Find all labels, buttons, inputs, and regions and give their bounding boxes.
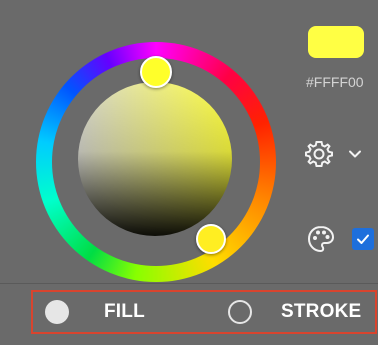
hue-handle[interactable] — [196, 224, 226, 254]
saturation-brightness-handle[interactable] — [140, 56, 172, 88]
fill-label: FILL — [104, 301, 145, 322]
divider — [0, 283, 378, 284]
color-picker-panel: #FFFF00 FILL STROKE — [0, 0, 382, 345]
gear-icon — [305, 141, 333, 167]
hex-value-label: #FFFF00 — [306, 74, 364, 90]
color-wheel[interactable] — [36, 42, 276, 282]
saturation-brightness-disc[interactable] — [78, 82, 232, 236]
stroke-option[interactable]: STROKE — [228, 292, 361, 332]
panel-edge — [378, 0, 382, 345]
stroke-radio[interactable] — [228, 300, 252, 324]
checkmark-icon — [357, 234, 369, 244]
stroke-label: STROKE — [281, 301, 362, 322]
palette-icon[interactable] — [306, 224, 336, 254]
palette-checkbox[interactable] — [352, 228, 374, 250]
current-color-swatch[interactable] — [308, 26, 364, 58]
chevron-down-icon — [349, 150, 361, 158]
fill-stroke-mode-bar: FILL STROKE — [31, 290, 377, 334]
fill-radio[interactable] — [45, 300, 69, 324]
settings-dropdown-button[interactable] — [304, 138, 374, 170]
palette-row — [306, 223, 378, 255]
fill-option[interactable]: FILL — [45, 292, 145, 332]
